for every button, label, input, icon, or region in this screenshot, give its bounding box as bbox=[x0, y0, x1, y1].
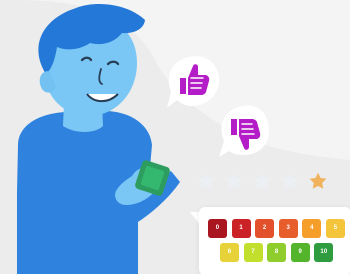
star-icon[interactable] bbox=[224, 171, 244, 191]
star-icon bbox=[281, 172, 299, 189]
star-icon bbox=[225, 172, 243, 189]
score-option-1[interactable]: 1 bbox=[231, 219, 251, 238]
score-option-8[interactable]: 8 bbox=[267, 243, 287, 262]
star-rating bbox=[196, 171, 328, 191]
score-option-4[interactable]: 4 bbox=[302, 219, 322, 238]
star-icon[interactable] bbox=[196, 171, 216, 191]
score-scale-top-row: 0 1 2 3 4 5 bbox=[208, 219, 345, 238]
score-option-0[interactable]: 0 bbox=[208, 219, 227, 238]
score-option-3[interactable]: 3 bbox=[278, 219, 298, 238]
score-option-5[interactable]: 5 bbox=[325, 219, 345, 238]
star-icon[interactable] bbox=[308, 171, 328, 191]
star-icon[interactable] bbox=[252, 171, 272, 191]
score-option-9[interactable]: 9 bbox=[290, 243, 310, 262]
score-option-6[interactable]: 6 bbox=[220, 243, 239, 262]
star-icon bbox=[197, 172, 215, 189]
score-option-10[interactable]: 10 bbox=[314, 243, 334, 262]
star-icon[interactable] bbox=[280, 171, 300, 191]
score-option-7[interactable]: 7 bbox=[243, 243, 263, 262]
star-icon bbox=[309, 172, 327, 189]
score-option-2[interactable]: 2 bbox=[255, 219, 275, 238]
thumbs-down-bubble bbox=[219, 105, 269, 157]
feedback-illustration: 0 1 2 3 4 5 6 7 8 9 10 bbox=[0, 0, 350, 274]
star-icon bbox=[253, 172, 271, 189]
score-scale-card: 0 1 2 3 4 5 6 7 8 9 10 bbox=[199, 207, 350, 274]
score-scale-bottom-row: 6 7 8 9 10 bbox=[220, 243, 350, 262]
thumbs-up-bubble bbox=[167, 56, 219, 108]
